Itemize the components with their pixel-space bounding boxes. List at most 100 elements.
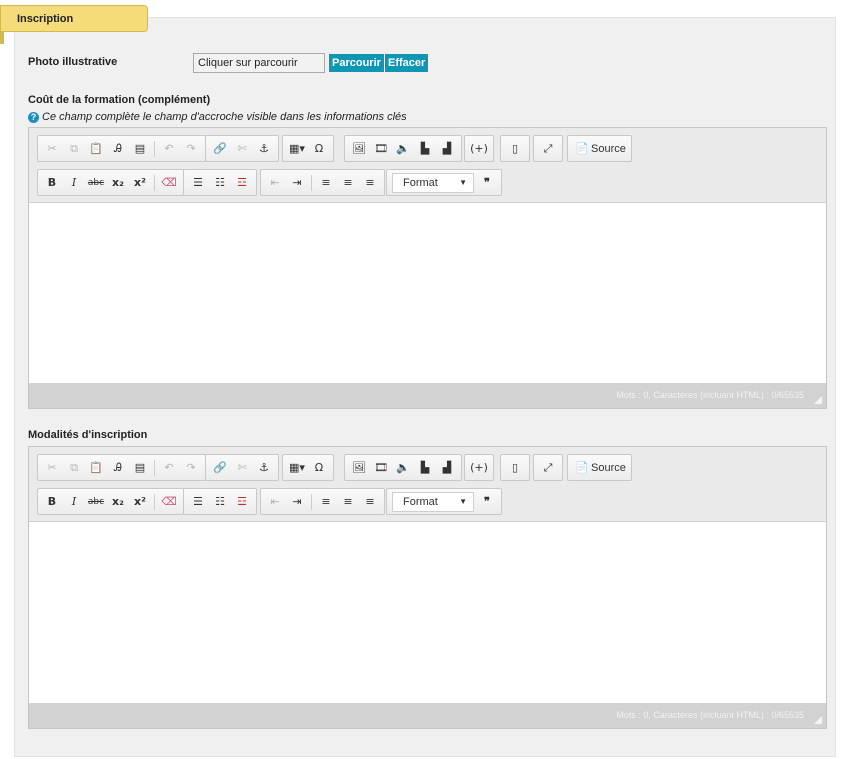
bulleted-list-icon[interactable]: ☷ bbox=[209, 491, 231, 513]
maximize-icon[interactable]: ⤢ bbox=[537, 457, 559, 479]
link-icon[interactable]: 🔗 bbox=[209, 138, 231, 160]
unlink-icon[interactable]: ✄ bbox=[231, 457, 253, 479]
chart-icon[interactable]: ▙ bbox=[414, 457, 436, 479]
unlink-icon[interactable]: ✄ bbox=[231, 138, 253, 160]
source-button[interactable]: 📄 Source bbox=[571, 138, 628, 160]
blockquote-icon[interactable]: ❞ bbox=[476, 491, 498, 513]
cut-icon[interactable]: ✂ bbox=[41, 457, 63, 479]
strike-icon[interactable]: abc bbox=[85, 172, 107, 194]
outdent-icon[interactable]: ⇤ bbox=[264, 172, 286, 194]
chart-icon[interactable]: ▙ bbox=[414, 138, 436, 160]
subscript-icon[interactable]: x₂ bbox=[107, 172, 129, 194]
align-center-icon[interactable]: ≡ bbox=[337, 491, 359, 513]
video-icon[interactable]: 🎞 bbox=[370, 457, 392, 479]
placeholder-group: (+) bbox=[464, 454, 494, 481]
paste-word-icon[interactable]: ▤ bbox=[129, 457, 151, 479]
cut-icon[interactable]: ✂ bbox=[41, 138, 63, 160]
anchor-icon[interactable]: ⚓ bbox=[253, 457, 275, 479]
template-icon[interactable]: ▯ bbox=[504, 457, 526, 479]
basic-styles-group: B I abc x₂ x² ⌫ bbox=[37, 488, 184, 515]
align-center-icon[interactable]: ≡ bbox=[337, 172, 359, 194]
link-icon[interactable]: 🔗 bbox=[209, 457, 231, 479]
redo-icon[interactable]: ↷ bbox=[180, 457, 202, 479]
word-count: Mots : 0, Caractères (incluant HTML) : 0… bbox=[616, 710, 804, 720]
placeholder-icon[interactable]: (+) bbox=[468, 457, 490, 479]
maximize-icon[interactable]: ⤢ bbox=[537, 138, 559, 160]
editor-toolbar: ✂ ⧉ 📋 Ꭿ ▤ ↶ ↷ 🔗 ✄ ⚓ ▦▾ Ω 🖼 🎞 🔈 ▙ ▟ (+) ▯… bbox=[29, 128, 826, 203]
italic-icon[interactable]: I bbox=[63, 491, 85, 513]
source-group: 📄 Source bbox=[567, 135, 632, 162]
template-icon[interactable]: ▯ bbox=[504, 138, 526, 160]
align-right-icon[interactable]: ≡ bbox=[359, 172, 381, 194]
clear-list-icon[interactable]: ☲ bbox=[231, 491, 253, 513]
basic-styles-group: B I abc x₂ x² ⌫ bbox=[37, 169, 184, 196]
paste-icon[interactable]: 📋 bbox=[85, 457, 107, 479]
tab-accent bbox=[0, 32, 4, 44]
paste-text-icon[interactable]: Ꭿ bbox=[107, 138, 129, 160]
bulleted-list-icon[interactable]: ☷ bbox=[209, 172, 231, 194]
source-icon: 📄 bbox=[575, 461, 589, 474]
subscript-icon[interactable]: x₂ bbox=[107, 491, 129, 513]
copy-icon[interactable]: ⧉ bbox=[63, 457, 85, 479]
align-right-icon[interactable]: ≡ bbox=[359, 491, 381, 513]
table-icon[interactable]: ▦▾ bbox=[286, 138, 308, 160]
indent-align-group: ⇤ ⇥ ≡ ≡ ≡ bbox=[260, 488, 385, 515]
numbered-list-icon[interactable]: ☰ bbox=[187, 491, 209, 513]
image-icon[interactable]: 🖼 bbox=[348, 138, 370, 160]
bold-icon[interactable]: B bbox=[41, 491, 63, 513]
anchor-icon[interactable]: ⚓ bbox=[253, 138, 275, 160]
resize-handle-icon[interactable] bbox=[814, 396, 822, 404]
photo-file-input[interactable]: Cliquer sur parcourir bbox=[193, 53, 325, 73]
separator bbox=[154, 493, 155, 510]
numbered-list-icon[interactable]: ☰ bbox=[187, 172, 209, 194]
bold-icon[interactable]: B bbox=[41, 172, 63, 194]
separator bbox=[311, 493, 312, 510]
undo-icon[interactable]: ↶ bbox=[158, 138, 180, 160]
resize-handle-icon[interactable] bbox=[814, 716, 822, 724]
blockquote-icon[interactable]: ❞ bbox=[476, 172, 498, 194]
format-dropdown[interactable]: Format ▼ bbox=[392, 172, 474, 193]
align-left-icon[interactable]: ≡ bbox=[315, 172, 337, 194]
indent-align-group: ⇤ ⇥ ≡ ≡ ≡ bbox=[260, 169, 385, 196]
format-dropdown[interactable]: Format ▼ bbox=[392, 491, 474, 512]
editor-content-area[interactable] bbox=[29, 522, 826, 703]
clear-button[interactable]: Effacer bbox=[385, 54, 429, 72]
redo-icon[interactable]: ↷ bbox=[180, 138, 202, 160]
source-button[interactable]: 📄 Source bbox=[571, 457, 628, 479]
paste-word-icon[interactable]: ▤ bbox=[129, 138, 151, 160]
clear-list-icon[interactable]: ☲ bbox=[231, 172, 253, 194]
media-group: 🖼 🎞 🔈 ▙ ▟ bbox=[344, 135, 462, 162]
remove-format-icon[interactable]: ⌫ bbox=[158, 172, 180, 194]
superscript-icon[interactable]: x² bbox=[129, 491, 151, 513]
separator bbox=[154, 140, 155, 157]
remove-format-icon[interactable]: ⌫ bbox=[158, 491, 180, 513]
image-icon[interactable]: 🖼 bbox=[348, 457, 370, 479]
special-char-icon[interactable]: Ω bbox=[308, 457, 330, 479]
chart-alt-icon[interactable]: ▟ bbox=[436, 457, 458, 479]
indent-icon[interactable]: ⇥ bbox=[286, 172, 308, 194]
strike-icon[interactable]: abc bbox=[85, 491, 107, 513]
audio-icon[interactable]: 🔈 bbox=[392, 457, 414, 479]
video-icon[interactable]: 🎞 bbox=[370, 138, 392, 160]
italic-icon[interactable]: I bbox=[63, 172, 85, 194]
browse-button[interactable]: Parcourir bbox=[329, 54, 384, 72]
insert-group: ▦▾ Ω bbox=[282, 135, 334, 162]
special-char-icon[interactable]: Ω bbox=[308, 138, 330, 160]
placeholder-icon[interactable]: (+) bbox=[468, 138, 490, 160]
outdent-icon[interactable]: ⇤ bbox=[264, 491, 286, 513]
placeholder-group: (+) bbox=[464, 135, 494, 162]
paste-text-icon[interactable]: Ꭿ bbox=[107, 457, 129, 479]
editor-content-area[interactable] bbox=[29, 203, 826, 383]
copy-icon[interactable]: ⧉ bbox=[63, 138, 85, 160]
table-icon[interactable]: ▦▾ bbox=[286, 457, 308, 479]
source-group: 📄 Source bbox=[567, 454, 632, 481]
inscription-tab[interactable]: Inscription bbox=[0, 5, 148, 32]
word-count: Mots : 0, Caractères (incluant HTML) : 0… bbox=[616, 390, 804, 400]
indent-icon[interactable]: ⇥ bbox=[286, 491, 308, 513]
undo-icon[interactable]: ↶ bbox=[158, 457, 180, 479]
audio-icon[interactable]: 🔈 bbox=[392, 138, 414, 160]
chart-alt-icon[interactable]: ▟ bbox=[436, 138, 458, 160]
align-left-icon[interactable]: ≡ bbox=[315, 491, 337, 513]
paste-icon[interactable]: 📋 bbox=[85, 138, 107, 160]
superscript-icon[interactable]: x² bbox=[129, 172, 151, 194]
